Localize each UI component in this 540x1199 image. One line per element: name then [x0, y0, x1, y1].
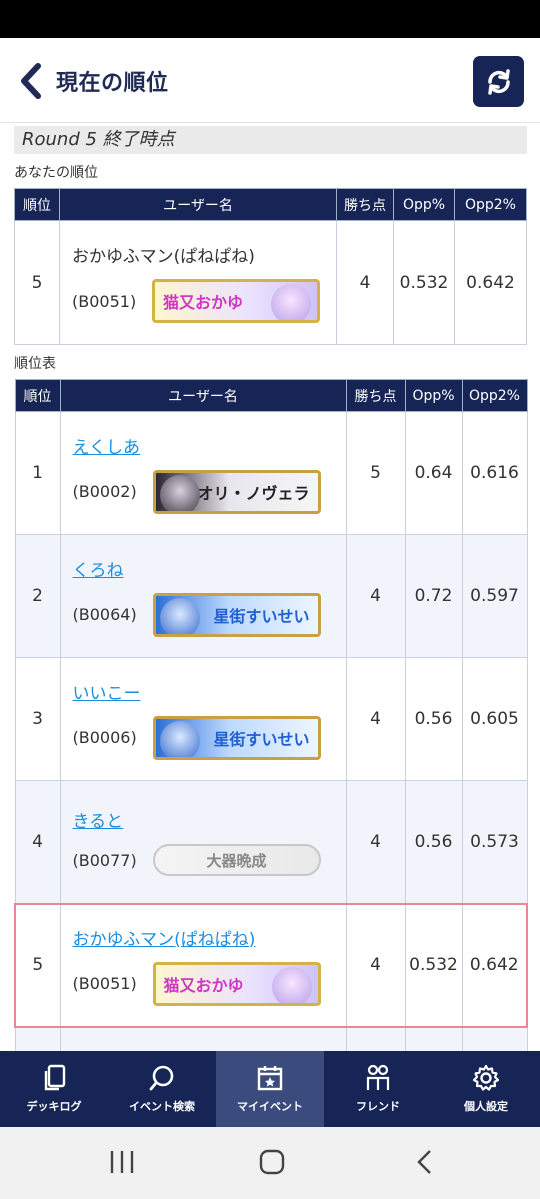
gear-icon — [472, 1064, 500, 1091]
status-bar — [0, 0, 540, 38]
tab-decklog[interactable]: デッキログ — [0, 1051, 108, 1127]
oshi-badge: 猫又おかゆ — [152, 279, 320, 323]
points-cell: 4 — [336, 220, 394, 345]
rank-cell: 5 — [14, 220, 60, 345]
tab-my-event[interactable]: マイイベント — [216, 1051, 324, 1127]
system-nav-bar — [0, 1127, 540, 1199]
col-user: ユーザー名 — [59, 379, 347, 412]
copy-icon — [44, 1064, 66, 1091]
opp2-cell: 0.642 — [454, 220, 527, 345]
refresh-button[interactable] — [473, 56, 524, 107]
rank-cell: 2 — [14, 534, 61, 658]
rank-cell: 1 — [14, 411, 61, 535]
page-title: 現在の順位 — [56, 71, 169, 96]
col-points: 勝ち点 — [345, 379, 406, 412]
friends-icon — [366, 1064, 390, 1090]
rank-cell: 5 — [14, 902, 61, 1028]
opp2-cell: 0.642 — [461, 902, 528, 1028]
tab-friends[interactable]: フレンド — [324, 1051, 432, 1127]
user-name-link[interactable]: いいこー — [73, 679, 346, 704]
opp-cell: 0.532 — [404, 902, 463, 1028]
oshi-badge: 猫又おかゆ — [152, 961, 321, 1006]
points-cell: 5 — [345, 411, 406, 535]
opp2-cell: 0.597 — [461, 534, 528, 658]
chevron-left-icon — [21, 63, 41, 99]
points-cell: 4 — [345, 534, 406, 658]
recent-apps-icon[interactable] — [108, 1149, 136, 1175]
search-icon — [149, 1065, 174, 1091]
table-row: 3 いいこー (B0006) 星街すいせい 4 0.56 0.605 — [14, 657, 528, 781]
back-nav-icon[interactable] — [412, 1149, 438, 1175]
user-cell: おかゆふマン(ぱねぱね) (B0051) 猫又おかゆ — [59, 902, 347, 1028]
user-name-link[interactable]: きると — [73, 807, 346, 832]
user-cell: くろね (B0064) 星街すいせい — [59, 534, 347, 658]
table-row: 1 えくしあ (B0002) シオリ・ノヴェラ 5 0.64 0.616 — [14, 411, 528, 535]
opp-cell: 0.56 — [404, 780, 463, 904]
user-id: (B0051) — [72, 291, 137, 311]
refresh-icon — [487, 68, 510, 95]
standings-label: 順位表 — [14, 356, 56, 372]
opp-cell: 0.64 — [404, 411, 463, 535]
back-button[interactable] — [16, 62, 46, 100]
table-row-self: 5 おかゆふマン(ぱねぱね) (B0051) 猫又おかゆ 4 0.532 0.6… — [14, 902, 528, 1028]
points-cell: 4 — [345, 780, 406, 904]
my-rank-label: あなたの順位 — [14, 165, 98, 181]
standings-table: 順位 ユーザー名 勝ち点 Opp% Opp2% 1 えくしあ (B0002) シ… — [14, 379, 528, 1051]
avatar — [159, 597, 200, 634]
opp-cell: 0.72 — [404, 534, 463, 658]
col-opp2: Opp2% — [454, 188, 527, 221]
rank-cell: 4 — [14, 780, 61, 904]
oshi-badge: 星街すいせい — [152, 715, 321, 760]
avatar — [271, 966, 312, 1003]
table-row: 2 くろね (B0064) 星街すいせい 4 0.72 0.597 — [14, 534, 528, 658]
tab-settings[interactable]: 個人設定 — [432, 1051, 540, 1127]
opp2-cell: 0.605 — [461, 657, 528, 781]
title-badge: 大器晩成 — [152, 844, 321, 877]
table-row: 5 おかゆふマン(ぱねぱね) (B0051) 猫又おかゆ 4 0.532 0.6… — [14, 220, 527, 345]
bottom-tab-bar: デッキログ イベント検索 マイイベント フレンド 個人設定 — [0, 1051, 540, 1127]
user-name: おかゆふマン(ぱねぱね) — [72, 247, 255, 267]
table-row — [14, 1026, 528, 1051]
table-row: 4 きると (B0077) 大器晩成 4 0.56 0.573 — [14, 780, 528, 904]
round-label: Round 5 終了時点 — [14, 126, 527, 154]
col-opp2: Opp2% — [461, 379, 528, 412]
user-id: (B0002) — [72, 482, 137, 501]
col-rank: 順位 — [14, 379, 61, 412]
user-name-link[interactable]: えくしあ — [73, 433, 346, 458]
oshi-badge: シオリ・ノヴェラ — [152, 469, 321, 514]
col-user: ユーザー名 — [59, 188, 337, 221]
user-id: (B0051) — [72, 974, 137, 993]
points-cell: 4 — [345, 902, 406, 1028]
user-id: (B0077) — [72, 850, 137, 870]
home-icon[interactable] — [258, 1149, 286, 1175]
user-cell: えくしあ (B0002) シオリ・ノヴェラ — [59, 411, 347, 535]
avatar — [159, 474, 200, 511]
opp2-cell: 0.616 — [461, 411, 528, 535]
content-area[interactable]: Round 5 終了時点 あなたの順位 順位 ユーザー名 勝ち点 Opp% Op… — [0, 124, 540, 1051]
user-id: (B0006) — [72, 728, 137, 747]
user-name-link[interactable]: くろね — [73, 556, 346, 581]
col-opp: Opp% — [404, 379, 463, 412]
calendar-star-icon — [257, 1066, 283, 1091]
rank-cell: 3 — [14, 657, 61, 781]
my-rank-table: 順位 ユーザー名 勝ち点 Opp% Opp2% 5 おかゆふマン(ぱねぱね) (… — [14, 188, 527, 345]
col-opp: Opp% — [393, 188, 455, 221]
opp-cell: 0.532 — [393, 220, 455, 345]
oshi-badge: 星街すいせい — [152, 592, 321, 637]
user-id: (B0064) — [72, 605, 137, 624]
user-cell: いいこー (B0006) 星街すいせい — [59, 657, 347, 781]
col-points: 勝ち点 — [336, 188, 394, 221]
points-cell: 4 — [345, 657, 406, 781]
opp2-cell: 0.573 — [461, 780, 528, 904]
user-cell: おかゆふマン(ぱねぱね) (B0051) 猫又おかゆ — [59, 220, 337, 345]
avatar — [271, 284, 311, 320]
tab-event-search[interactable]: イベント検索 — [108, 1051, 216, 1127]
opp-cell: 0.56 — [404, 657, 463, 781]
user-cell: きると (B0077) 大器晩成 — [59, 780, 347, 904]
app-header: 現在の順位 — [0, 38, 540, 123]
avatar — [159, 720, 200, 757]
user-name-link[interactable]: おかゆふマン(ぱねぱね) — [73, 925, 346, 950]
col-rank: 順位 — [14, 188, 60, 221]
